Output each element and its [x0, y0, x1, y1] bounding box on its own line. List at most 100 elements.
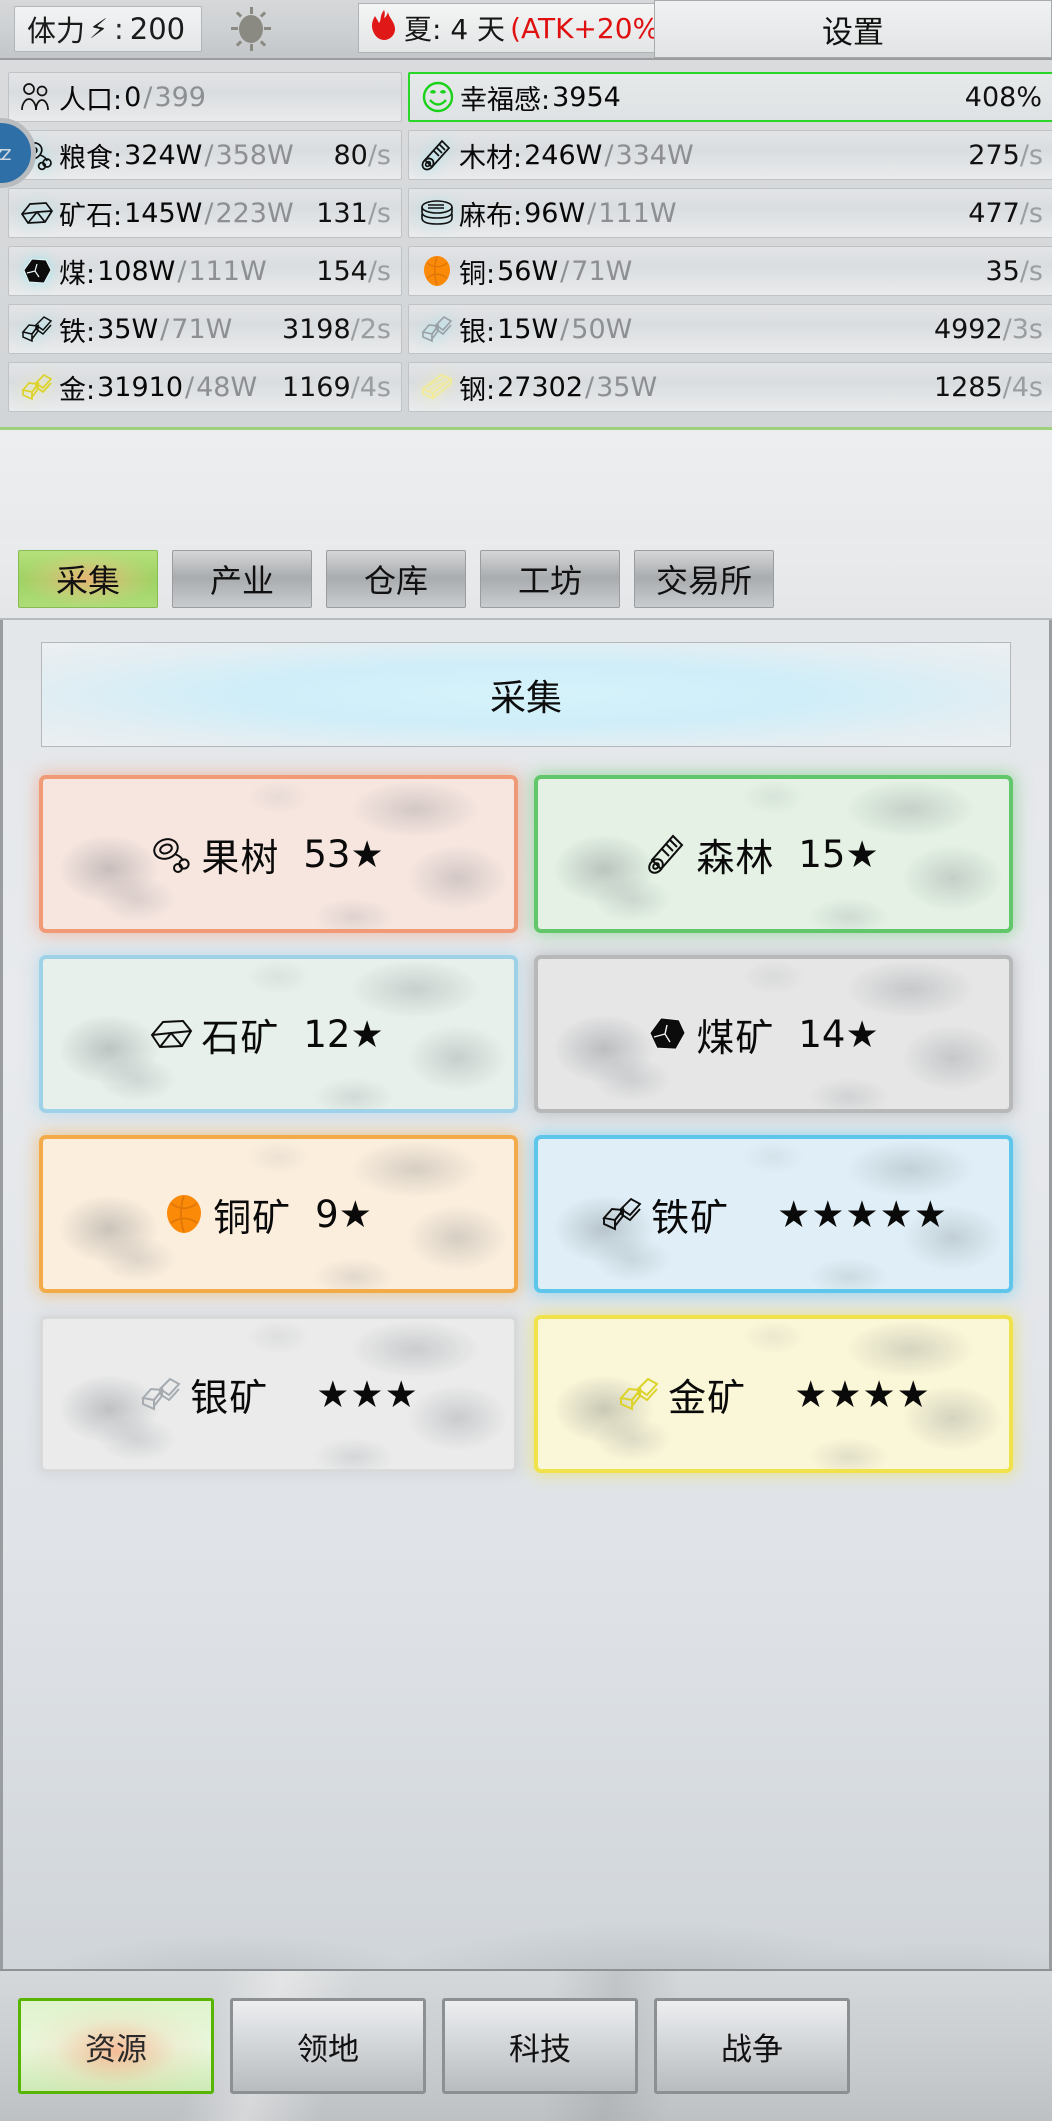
resource-row-copper[interactable]: 铜: 56W / 71W 35/s — [408, 246, 1052, 296]
nav-resources[interactable]: 资源 — [18, 1998, 214, 2094]
resource-cell: 铜: 56W / 71W 35/s — [408, 242, 1052, 300]
resource-row-population[interactable]: 人口: 0 / 399 — [8, 72, 402, 122]
resource-label: 银: — [459, 316, 496, 348]
tab-gather[interactable]: 采集 — [18, 550, 158, 608]
nav-technology[interactable]: 科技 — [442, 1998, 638, 2094]
resource-separator: / — [204, 139, 214, 171]
card-fruit-tree[interactable]: 果树 53★ — [43, 779, 514, 929]
resource-rate: 275/s — [968, 140, 1043, 171]
resource-rate-value: 477 — [968, 197, 1020, 229]
resource-current: 145W — [124, 197, 203, 229]
category-tab-bar: 采集 产业 仓库 工坊 交易所 — [0, 540, 1052, 620]
resource-row-coal[interactable]: 煤: 108W / 111W 154/s — [8, 246, 402, 296]
stamina-indicator[interactable]: 体力 ⚡ : 200 — [14, 6, 203, 52]
resource-current: 35W — [97, 313, 159, 345]
stamina-label: 体力 — [27, 14, 86, 48]
resource-rate: 80/s — [333, 140, 391, 171]
star-icon: ★ — [350, 1012, 384, 1056]
cloth-icon — [419, 196, 455, 230]
star-icon: ★ — [350, 832, 384, 876]
resource-cell: 钢: 27302 / 35W 1285/4s — [408, 358, 1052, 416]
resource-rate: 35/s — [985, 256, 1043, 287]
resource-label: 煤: — [59, 258, 96, 290]
resource-row-food[interactable]: 粮食: 324W / 358W 80/s — [8, 130, 402, 180]
card-coal-mine[interactable]: 煤矿 14★ — [538, 959, 1009, 1109]
card-content: 铜矿 9★ — [161, 1187, 396, 1242]
tab-exchange[interactable]: 交易所 — [634, 550, 774, 608]
resource-max: 111W — [598, 197, 677, 229]
resource-rate-value: 80 — [333, 139, 368, 171]
resource-cell: 金: 31910 / 48W 1169/4s — [8, 358, 408, 416]
coal-mine-icon — [644, 1012, 690, 1056]
iron-icon — [19, 312, 55, 346]
card-name: 银矿 — [190, 1375, 269, 1420]
resource-label: 铜: — [459, 258, 496, 290]
tab-industry[interactable]: 产业 — [172, 550, 312, 608]
resource-current: 56W — [497, 255, 559, 287]
population-icon — [19, 80, 55, 114]
copper-icon — [419, 254, 455, 288]
resource-label: 钢: — [459, 374, 496, 406]
card-forest[interactable]: 森林 15★ — [538, 779, 1009, 929]
tab-label: 采集 — [55, 562, 120, 600]
resource-cell: 木材: 246W / 334W 275/s — [408, 126, 1052, 184]
resource-row-cloth[interactable]: 麻布: 96W / 111W 477/s — [408, 188, 1052, 238]
resource-row-wood[interactable]: 木材: 246W / 334W 275/s — [408, 130, 1052, 180]
resource-rate-unit: /3s — [1002, 313, 1043, 345]
resource-row-happiness[interactable]: 幸福感: 3954 408% — [408, 72, 1052, 122]
star-icon: ★ — [845, 1012, 879, 1056]
card-content: 石矿 12★ — [149, 1007, 407, 1062]
resource-rate-value: 4992 — [933, 313, 1003, 345]
resource-label: 铁: — [59, 316, 96, 348]
card-level-value: 14 — [798, 1012, 846, 1056]
resource-row-ore[interactable]: 矿石: 145W / 223W 131/s — [8, 188, 402, 238]
card-gold-mine[interactable]: 金矿 ★★★★ — [538, 1319, 1009, 1469]
lightning-bolt-icon: ⚡ — [89, 13, 108, 45]
resource-rate-value: 1169 — [281, 371, 351, 403]
tab-workshop[interactable]: 工坊 — [480, 550, 620, 608]
card-copper-mine[interactable]: 铜矿 9★ — [43, 1139, 514, 1289]
resource-separator: / — [560, 255, 570, 287]
resource-rate-unit: /s — [1019, 197, 1043, 229]
card-silver-mine[interactable]: 银矿 ★★★ — [43, 1319, 514, 1469]
resource-row-silver[interactable]: 银: 15W / 50W 4992/3s — [408, 304, 1052, 354]
resource-current: 324W — [124, 139, 203, 171]
resource-rate-unit: /4s — [1002, 371, 1043, 403]
tab-warehouse[interactable]: 仓库 — [326, 550, 466, 608]
season-indicator[interactable]: 夏: 4 天 (ATK+20%) — [358, 3, 686, 53]
resource-separator: / — [185, 371, 195, 403]
card-level-value: 15 — [798, 832, 846, 876]
resource-separator: / — [560, 313, 570, 345]
resource-panel: zz 人口: 0 / 399 — [0, 60, 1052, 430]
tab-label: 仓库 — [363, 562, 428, 600]
season-text: 夏: 4 天 — [404, 13, 506, 46]
nav-war[interactable]: 战争 — [654, 1998, 850, 2094]
fruit-tree-icon — [149, 832, 195, 876]
card-stars: ★★★★★ — [777, 1192, 948, 1236]
fire-icon — [369, 9, 399, 47]
content-area: 采集 果树 53★ 森林 15★ 石矿 12★ 煤矿 14★ 铜矿 9★ 铁矿 … — [0, 620, 1052, 1996]
card-level-value: 9 — [315, 1192, 339, 1236]
card-stars: ★★★ — [316, 1372, 419, 1416]
nav-territory[interactable]: 领地 — [230, 1998, 426, 2094]
resource-cell: 铁: 35W / 71W 3198/2s — [8, 300, 408, 358]
sun-icon[interactable] — [228, 6, 274, 52]
resource-current: 15W — [497, 313, 559, 345]
card-content: 煤矿 14★ — [644, 1007, 902, 1062]
sun-disc — [239, 15, 264, 43]
resource-row-iron[interactable]: 铁: 35W / 71W 3198/2s — [8, 304, 402, 354]
card-name: 煤矿 — [696, 1015, 775, 1060]
card-iron-mine[interactable]: 铁矿 ★★★★★ — [538, 1139, 1009, 1289]
resource-row-steel[interactable]: 钢: 27302 / 35W 1285/4s — [408, 362, 1052, 412]
resource-max: 334W — [615, 139, 694, 171]
resource-rate-value: 3198 — [281, 313, 351, 345]
resource-current: 3954 — [552, 81, 621, 113]
sun-ray — [250, 7, 254, 14]
settings-button[interactable]: 设置 — [654, 0, 1052, 58]
tab-label: 工坊 — [517, 562, 582, 600]
card-stone-mine[interactable]: 石矿 12★ — [43, 959, 514, 1109]
resource-separator: / — [177, 255, 187, 287]
resource-max: 71W — [171, 313, 233, 345]
resource-rate: 1285/4s — [934, 372, 1043, 403]
resource-row-gold[interactable]: 金: 31910 / 48W 1169/4s — [8, 362, 402, 412]
